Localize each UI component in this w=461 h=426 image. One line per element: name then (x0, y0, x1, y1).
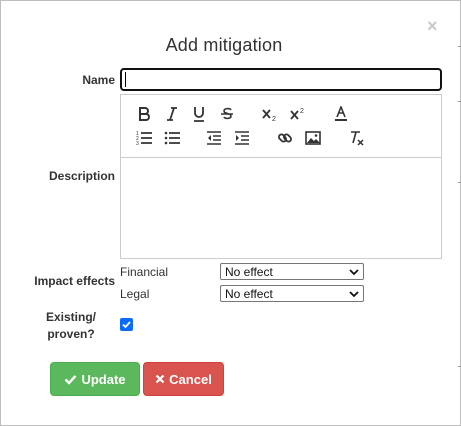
svg-text:2: 2 (272, 116, 276, 122)
outdent-icon[interactable] (205, 129, 223, 147)
text-color-icon[interactable] (332, 105, 350, 123)
financial-effect-value: No effect (225, 265, 273, 279)
bold-icon[interactable] (135, 105, 153, 123)
close-icon[interactable]: × (427, 17, 441, 35)
update-button[interactable]: Update (50, 362, 140, 396)
checkmark-icon (122, 321, 131, 329)
strikethrough-icon[interactable] (218, 105, 236, 123)
financial-effect-select[interactable]: No effect (220, 263, 364, 280)
existing-proven-checkbox[interactable] (120, 318, 133, 331)
existing-proven-label: Existing/ proven? (39, 310, 103, 341)
svg-text:3: 3 (136, 141, 139, 146)
impact-financial-label: Financial (120, 265, 169, 279)
existing-label-line2: proven? (47, 327, 95, 341)
cancel-button[interactable]: Cancel (143, 362, 224, 396)
chevron-down-icon (349, 291, 359, 298)
italic-icon[interactable] (163, 105, 181, 123)
description-textarea[interactable] (121, 159, 441, 258)
legal-effect-value: No effect (225, 287, 273, 301)
add-mitigation-dialog: × Add mitigation Name Description 2 2 1 … (0, 0, 461, 426)
name-input[interactable] (120, 68, 442, 91)
superscript-icon[interactable]: 2 (289, 105, 307, 123)
editor-toolbar: 2 2 123 (121, 95, 441, 158)
clear-format-icon[interactable] (347, 129, 365, 147)
check-icon (65, 374, 77, 385)
image-icon[interactable] (304, 129, 322, 147)
link-icon[interactable] (276, 129, 294, 147)
underline-icon[interactable] (190, 105, 208, 123)
bulleted-list-icon[interactable] (163, 129, 181, 147)
indent-icon[interactable] (233, 129, 251, 147)
svg-text:2: 2 (300, 108, 304, 115)
impact-legal-label: Legal (120, 287, 150, 301)
cancel-button-label: Cancel (169, 371, 212, 387)
name-label: Name (82, 73, 115, 87)
text-caret (125, 72, 126, 87)
description-label: Description (48, 169, 115, 183)
impact-effects-label: Impact effects (34, 274, 115, 288)
existing-label-line1: Existing/ (45, 310, 96, 324)
legal-effect-select[interactable]: No effect (220, 285, 364, 302)
times-icon (155, 374, 165, 384)
description-editor: 2 2 123 (120, 94, 442, 259)
subscript-icon[interactable]: 2 (261, 105, 279, 123)
update-button-label: Update (81, 371, 126, 387)
numbered-list-icon[interactable]: 123 (135, 129, 153, 147)
dialog-title: Add mitigation (165, 35, 283, 55)
chevron-down-icon (349, 269, 359, 276)
